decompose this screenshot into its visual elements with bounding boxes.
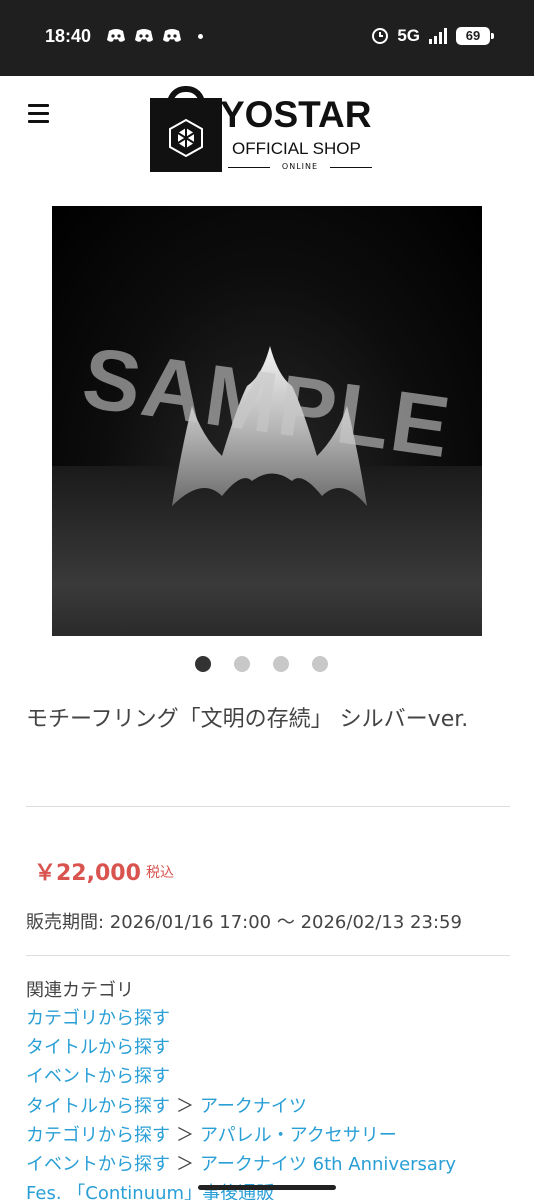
breadcrumb-separator: ＞ <box>176 1095 194 1117</box>
discord-icon <box>163 29 181 42</box>
logo-wordmark: YOSTAR <box>220 94 372 135</box>
notification-icons <box>106 28 203 44</box>
category-link-row: カテゴリから探す <box>26 1004 516 1033</box>
category-link[interactable]: アークナイツ 6th Anniversary <box>200 1154 456 1175</box>
signal-icon <box>429 28 447 44</box>
product-title: モチーフリング「文明の存続」 シルバーver. <box>26 707 469 732</box>
yostar-emblem-icon <box>169 118 203 158</box>
status-bar: 18:40 5G 69 <box>0 0 534 76</box>
tax-label: 税込 <box>146 865 174 881</box>
category-link-row: タイトルから探す <box>26 1033 516 1062</box>
carousel-dot-1[interactable] <box>195 656 211 672</box>
divider <box>26 806 510 807</box>
category-link-row: カテゴリから探す ＞ アパレル・アクセサリー <box>26 1121 516 1150</box>
battery-icon: 69 <box>456 27 494 45</box>
breadcrumb-separator: ＞ <box>176 1154 194 1176</box>
product-price: ￥22,000 <box>34 861 141 886</box>
more-notifications-dot <box>198 33 203 39</box>
discord-icon <box>107 29 125 42</box>
category-link[interactable]: アークナイツ <box>200 1096 307 1117</box>
category-link-row: イベントから探す ＞ アークナイツ 6th Anniversary <box>26 1150 516 1179</box>
category-link[interactable]: カテゴリから探す <box>26 1008 170 1029</box>
category-link-row: タイトルから探す ＞ アークナイツ <box>26 1092 516 1121</box>
home-indicator[interactable] <box>198 1185 336 1190</box>
carousel-dot-3[interactable] <box>273 656 289 672</box>
hamburger-menu-icon[interactable] <box>28 104 50 124</box>
carousel-pagination <box>195 656 328 672</box>
status-time: 18:40 <box>45 26 92 46</box>
logo-subtitle: OFFICIAL SHOP <box>232 139 361 158</box>
product-image[interactable]: SAMPLE <box>52 206 482 636</box>
sale-period: 販売期間: 2026/01/16 17:00 ～ 2026/02/13 23:5… <box>26 912 462 933</box>
breadcrumb-separator: ＞ <box>176 1124 194 1146</box>
site-header: YOSTAR OFFICIAL SHOP ONLINE <box>0 76 534 186</box>
yostar-shop-logo[interactable]: YOSTAR OFFICIAL SHOP ONLINE <box>148 82 388 176</box>
category-link[interactable]: タイトルから探す <box>26 1037 170 1058</box>
logo-online-label: ONLINE <box>228 162 372 171</box>
related-categories-heading: 関連カテゴリ <box>26 980 134 1001</box>
network-type: 5G <box>397 26 420 45</box>
category-link[interactable]: イベントから探す <box>26 1154 170 1175</box>
carousel-dot-4[interactable] <box>312 656 328 672</box>
status-right: 5G 69 <box>371 26 494 46</box>
category-link[interactable]: カテゴリから探す <box>26 1125 170 1146</box>
alarm-icon <box>372 28 389 44</box>
category-link-row: イベントから探す <box>26 1062 516 1091</box>
category-link[interactable]: イベントから探す <box>26 1066 170 1087</box>
category-link[interactable]: アパレル・アクセサリー <box>200 1125 397 1146</box>
carousel-dot-2[interactable] <box>234 656 250 672</box>
divider <box>26 955 510 956</box>
related-category-links: カテゴリから探す タイトルから探す イベントから探す タイトルから探す ＞ アークナ… <box>26 1004 516 1200</box>
discord-icon <box>135 29 153 42</box>
category-link[interactable]: タイトルから探す <box>26 1096 170 1117</box>
